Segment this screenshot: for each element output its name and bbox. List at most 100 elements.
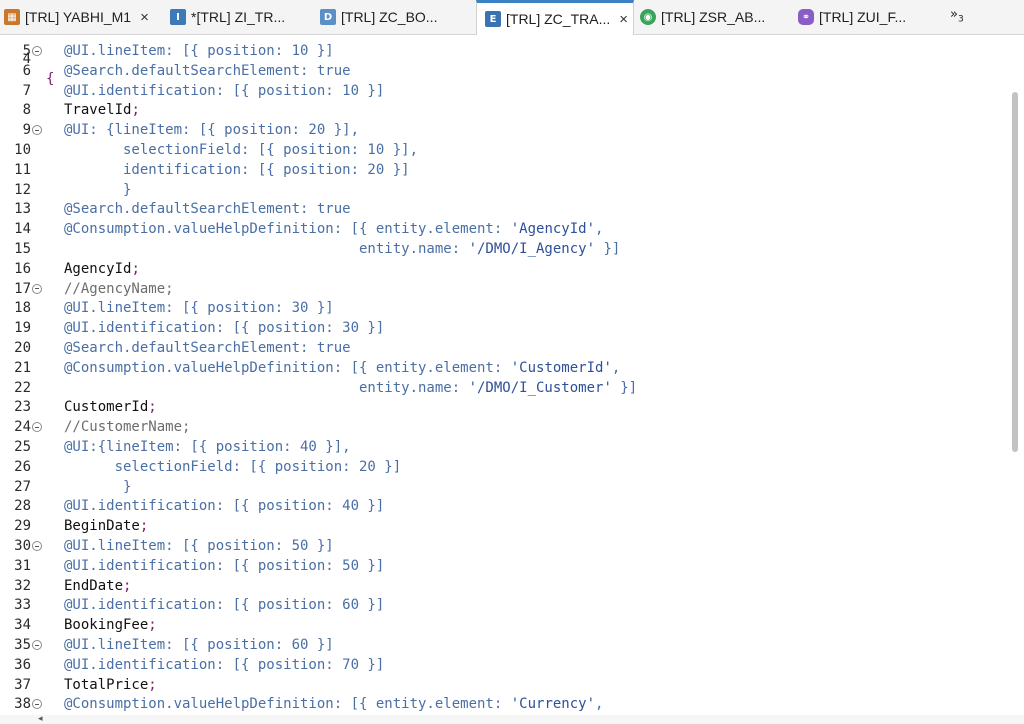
line-number: 6 [22,62,31,79]
tab-label: [TRL] ZC_BO... [341,9,438,25]
vertical-scrollbar-thumb[interactable] [1012,92,1018,452]
code-text: selectionField: [{ position: 10 }], [64,142,419,158]
close-icon[interactable]: × [619,11,628,28]
tab-zi-tr[interactable]: I *[TRL] ZI_TR... [170,0,310,34]
code-editor[interactable]: 4 { 5 @UI.lineItem: [{ position: 10 }] 6 @S… [0,35,1010,715]
data-definition-icon: D [320,9,336,25]
annotation-text: @Consumption.valueHelpDefinition: [{ ent… [64,359,511,376]
tab-label: [TRL] ZC_TRA... [506,11,611,27]
code-line: 16 AgencyId; [0,259,1010,279]
code-text: BeginDate; [64,516,148,536]
code-line: 11 identification: [{ position: 20 }] [0,160,1010,180]
semicolon: ; [131,260,140,277]
code-text: BookingFee; [64,615,157,635]
line-number: 15 [14,241,31,257]
code-text: @UI.identification: [{ position: 60 }] [64,597,385,614]
line-number: 27 [14,478,31,495]
annotation-text: , [611,359,621,376]
tab-overflow-button[interactable]: »3 [950,7,964,25]
field-name: BookingFee [64,617,149,634]
fold-toggle-icon[interactable] [32,422,42,433]
code-line: 20 @Search.defaultSearchElement: true [0,338,1010,358]
code-line: 22 entity.name: '/DMO/I_Customer' }] [0,378,1010,398]
code-text: identification: [{ position: 20 }] [64,161,410,178]
annotation-text: @Consumption.valueHelpDefinition: [{ ent… [64,221,511,238]
line-number: 18 [14,300,31,317]
code-text: //CustomerName; [64,419,191,436]
code-line: 12 } [0,180,1010,200]
annotation-text: }] [611,379,638,396]
interface-view-icon: I [170,9,186,25]
line-number: 28 [14,498,31,515]
line-number: 9 [22,122,31,139]
fold-toggle-icon[interactable] [32,640,42,650]
code-line: 29 BeginDate; [0,516,1010,536]
fold-toggle-icon[interactable] [32,283,42,294]
code-line: 23 CustomerId; [0,397,1010,417]
code-text: //AgencyName; [64,280,174,297]
code-text: } [64,181,132,198]
fold-toggle-icon[interactable] [32,699,42,710]
code-text: @UI:{lineItem: [{ position: 40 }], [64,439,351,455]
code-line: 14 @Consumption.valueHelpDefinition: [{ e… [0,219,1010,239]
line-number: 29 [14,518,31,535]
code-text: TotalPrice; [64,675,157,695]
code-line: 30 @UI.lineItem: [{ position: 50 }] [0,536,1010,556]
line-number: 23 [14,399,31,416]
code-line: 27 } [0,477,1010,497]
semicolon: ; [123,577,132,594]
annotation-text: }] [595,241,621,257]
tab-zc-tra[interactable]: E [TRL] ZC_TRA... × [476,0,634,35]
tab-zc-bo[interactable]: D [TRL] ZC_BO... [320,0,470,34]
code-text: } [64,478,132,495]
service-binding-icon: ⚭ [798,9,814,25]
code-text: @UI.identification: [{ position: 40 }] [64,498,385,515]
code-text: @UI.identification: [{ position: 10 }] [64,82,385,99]
code-text: @UI.lineItem: [{ position: 60 }] [64,637,334,653]
hidden-tab-count: 3 [957,14,964,25]
tab-label: [TRL] ZSR_AB... [661,9,766,25]
code-text: @Consumption.valueHelpDefinition: [{ ent… [64,219,603,239]
horizontal-scrollbar[interactable] [0,715,1024,724]
line-number: 20 [14,340,31,356]
tab-label: [TRL] YABHI_M1 [25,9,132,25]
code-text: @UI.identification: [{ position: 50 }] [64,557,385,574]
code-line: 32 EndDate; [0,576,1010,596]
code-line: 6 @Search.defaultSearchElement: true [0,61,1010,81]
code-line: 5 @UI.lineItem: [{ position: 10 }] [0,41,1010,61]
code-line: 10 selectionField: [{ position: 10 }], [0,140,1010,160]
code-line: 37 TotalPrice; [0,675,1010,695]
tab-zsr-ab[interactable]: ◉ [TRL] ZSR_AB... [640,0,790,34]
semicolon: ; [148,617,157,634]
line-number: 8 [22,102,31,119]
metadata-extension-icon: E [485,11,501,27]
fold-toggle-icon[interactable] [32,541,42,551]
scroll-left-icon[interactable]: ◂ [38,713,43,724]
string-literal: 'Currency' [510,696,596,713]
annotation-text: @Consumption.valueHelpDefinition: [{ ent… [64,696,511,713]
fold-toggle-icon[interactable] [32,125,42,136]
code-line: 24 //CustomerName; [0,417,1010,437]
tab-zui-f[interactable]: ⚭ [TRL] ZUI_F... [798,0,938,34]
annotation-text: , [595,221,604,238]
line-number: 30 [14,538,31,554]
line-number: 25 [14,439,31,455]
line-number: 19 [14,320,31,337]
code-line: 17 //AgencyName; [0,279,1010,299]
fold-toggle-icon[interactable] [32,46,42,56]
code-line: 19 @UI.identification: [{ position: 30 }] [0,318,1010,338]
line-number: 34 [14,617,31,634]
table-icon: ▦ [4,9,20,25]
line-number: 21 [14,359,31,376]
tab-yabhi-m1[interactable]: ▦ [TRL] YABHI_M1 × [4,0,164,34]
code-text: @UI: {lineItem: [{ position: 20 }], [64,122,360,139]
line-number: 24 [14,419,31,436]
code-text: @Search.defaultSearchElement: true [64,62,351,79]
close-icon[interactable]: × [140,9,149,26]
line-number: 11 [14,161,31,178]
field-name: BeginDate [64,518,140,535]
semicolon: ; [148,676,157,693]
tab-label: [TRL] ZUI_F... [819,9,907,25]
editor-tab-bar: ▦ [TRL] YABHI_M1 × I *[TRL] ZI_TR... D [… [0,0,1024,35]
line-number: 38 [14,696,31,713]
